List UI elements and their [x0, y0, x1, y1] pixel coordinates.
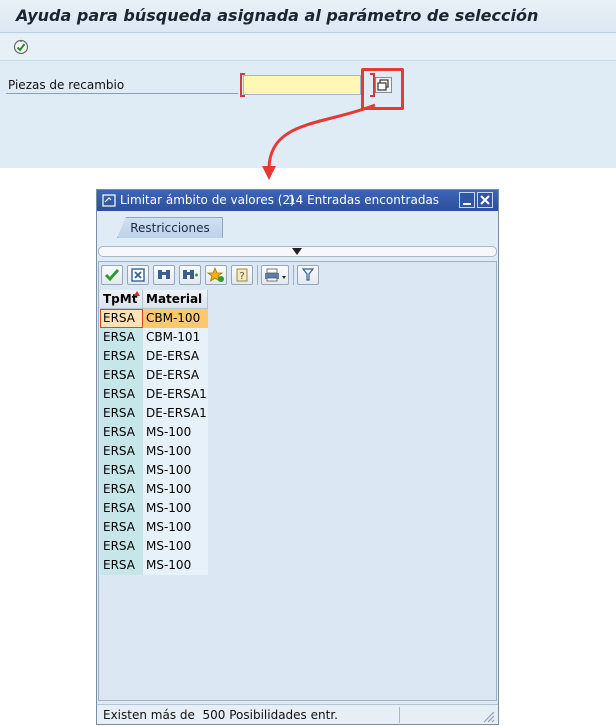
table-row[interactable]: ERSA MS-100	[100, 461, 208, 480]
cell-tpmt[interactable]: ERSA	[100, 556, 143, 575]
resize-grip-icon[interactable]	[481, 709, 495, 723]
table-row[interactable]: ERSA MS-100	[100, 423, 208, 442]
cell-material[interactable]: MS-100	[143, 423, 208, 442]
dialog-title-bar[interactable]: Limitar ámbito de valores (2) 14 Entrada…	[97, 190, 498, 211]
column-header-label: Material	[146, 292, 203, 306]
cell-material[interactable]: DE-ERSA1	[143, 404, 208, 423]
column-header-label: TpMt	[103, 292, 138, 306]
execute-icon[interactable]	[12, 38, 30, 56]
table-row[interactable]: ERSA CBM-100	[100, 309, 208, 328]
table-row[interactable]: ERSA MS-100	[100, 518, 208, 537]
table-row[interactable]: ERSA CBM-101	[100, 328, 208, 347]
title-bar: Ayuda para búsqueda asignada al parámetr…	[0, 0, 616, 33]
table-row[interactable]: ERSA DE-ERSA1	[100, 404, 208, 423]
dialog-title: Limitar ámbito de valores (2)	[120, 193, 295, 207]
close-icon[interactable]	[477, 192, 493, 208]
cell-tpmt[interactable]: ERSA	[100, 404, 143, 423]
table-body: ERSA CBM-100 ERSA CBM-101 ERSA DE-ERSA ERSA DE-…	[100, 309, 208, 575]
cell-tpmt[interactable]: ERSA	[100, 328, 143, 347]
expand-restrictions-toggle[interactable]	[98, 246, 497, 257]
status-bar: Existen más de 500 Posibilidades entr.	[97, 704, 498, 724]
cell-material[interactable]: MS-100	[143, 461, 208, 480]
cell-material[interactable]: CBM-101	[143, 328, 208, 347]
table-row[interactable]: ERSA DE-ERSA	[100, 366, 208, 385]
tab-restricciones[interactable]: Restricciones	[117, 217, 223, 238]
cell-tpmt[interactable]: ERSA	[100, 385, 143, 404]
table-row[interactable]: ERSA MS-100	[100, 499, 208, 518]
toolbar-separator	[293, 265, 294, 285]
field-underline	[6, 93, 238, 94]
tab-strip: Restricciones	[97, 211, 498, 239]
grid-toolbar: ?	[99, 262, 496, 288]
cell-material[interactable]: MS-100	[143, 442, 208, 461]
minimize-icon[interactable]	[459, 192, 475, 208]
piezas-input[interactable]	[243, 75, 361, 95]
cell-material[interactable]: MS-100	[143, 537, 208, 556]
cancel-icon[interactable]	[127, 265, 149, 285]
favorites-icon[interactable]	[205, 265, 227, 285]
status-divider	[399, 707, 400, 723]
table-row[interactable]: ERSA DE-ERSA1	[100, 385, 208, 404]
cell-tpmt[interactable]: ERSA	[100, 423, 143, 442]
cell-material[interactable]: DE-ERSA1	[143, 385, 208, 404]
dialog-window-icon	[102, 194, 116, 207]
cell-material[interactable]: MS-100	[143, 518, 208, 537]
cell-tpmt[interactable]: ERSA	[100, 518, 143, 537]
value-help-dialog: Limitar ámbito de valores (2) 14 Entrada…	[96, 189, 499, 725]
print-icon[interactable]	[261, 265, 289, 285]
table-header: TpMt Material	[100, 290, 208, 309]
annotation-arrow	[262, 103, 376, 180]
cell-material[interactable]: CBM-100	[143, 309, 208, 328]
cell-material[interactable]: MS-100	[143, 480, 208, 499]
help-icon[interactable]: ?	[231, 265, 253, 285]
sort-ascending-icon	[134, 291, 140, 296]
filter-icon[interactable]	[297, 265, 319, 285]
status-message: Existen más de 500 Posibilidades entr.	[103, 708, 338, 722]
cell-tpmt[interactable]: ERSA	[100, 347, 143, 366]
table-row[interactable]: ERSA MS-100	[100, 480, 208, 499]
cell-tpmt[interactable]: ERSA	[100, 537, 143, 556]
cell-tpmt[interactable]: ERSA	[100, 480, 143, 499]
chevron-down-icon	[292, 248, 302, 255]
cell-tpmt[interactable]: ERSA	[100, 309, 143, 328]
cell-material[interactable]: DE-ERSA	[143, 366, 208, 385]
table-row[interactable]: ERSA MS-100	[100, 556, 208, 575]
cell-material[interactable]: MS-100	[143, 556, 208, 575]
results-area: ? TpMt Material ERSA CBM-100 ERSA CBM-10…	[98, 261, 497, 701]
svg-text:?: ?	[239, 271, 244, 282]
check-icon[interactable]	[101, 265, 123, 285]
field-row-piezas: Piezas de recambio	[0, 72, 616, 100]
field-label: Piezas de recambio	[8, 78, 125, 92]
cell-tpmt[interactable]: ERSA	[100, 499, 143, 518]
table-row[interactable]: ERSA MS-100	[100, 442, 208, 461]
cell-tpmt[interactable]: ERSA	[100, 442, 143, 461]
find-next-icon[interactable]	[179, 265, 201, 285]
entries-found: 14 Entradas encontradas	[288, 193, 440, 207]
cell-tpmt[interactable]: ERSA	[100, 366, 143, 385]
cell-material[interactable]: DE-ERSA	[143, 347, 208, 366]
toolbar-separator	[257, 265, 258, 285]
table-row[interactable]: ERSA MS-100	[100, 537, 208, 556]
column-header-material[interactable]: Material	[143, 290, 208, 309]
results-table: TpMt Material ERSA CBM-100 ERSA CBM-101 ERSA…	[100, 290, 208, 575]
page-title: Ayuda para búsqueda asignada al parámetr…	[16, 6, 539, 25]
application-toolbar	[0, 33, 616, 61]
cell-tpmt[interactable]: ERSA	[100, 461, 143, 480]
column-header-tpmt[interactable]: TpMt	[100, 290, 143, 309]
table-row[interactable]: ERSA DE-ERSA	[100, 347, 208, 366]
find-icon[interactable]	[153, 265, 175, 285]
cell-material[interactable]: MS-100	[143, 499, 208, 518]
